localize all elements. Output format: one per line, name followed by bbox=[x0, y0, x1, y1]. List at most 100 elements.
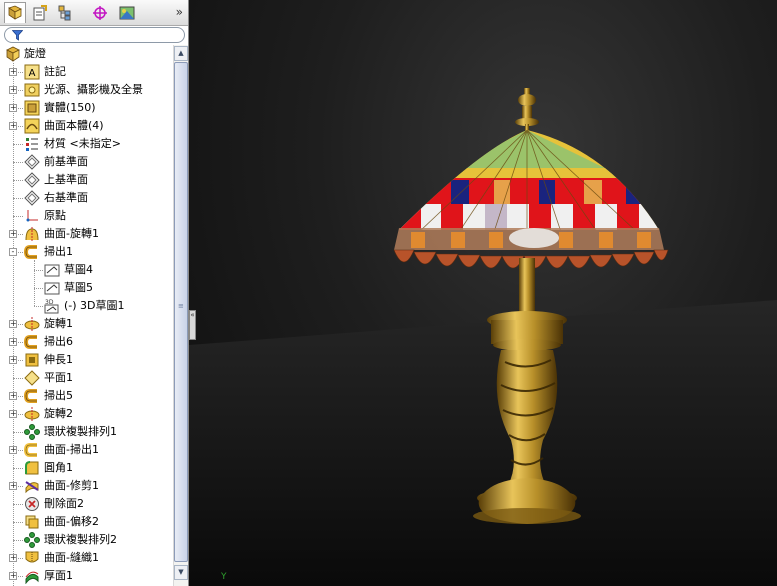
tree-item-label: 旋轉1 bbox=[44, 317, 73, 330]
tree-item[interactable]: + 旋轉2 bbox=[0, 405, 173, 423]
lamp-shade bbox=[393, 130, 669, 269]
tabs-overflow-button[interactable]: » bbox=[176, 3, 183, 21]
tree-item[interactable]: + 實體(150) bbox=[0, 99, 173, 117]
expand-toggle[interactable]: + bbox=[9, 410, 17, 418]
tree-item[interactable]: + 曲面-修剪1 bbox=[0, 477, 173, 495]
property-icon bbox=[33, 4, 47, 20]
origin-icon bbox=[26, 210, 38, 222]
tree-item[interactable]: + 掃出6 bbox=[0, 333, 173, 351]
expand-toggle[interactable]: + bbox=[9, 356, 17, 364]
tree-item-label: 曲面-旋轉1 bbox=[44, 227, 99, 240]
expand-toggle[interactable]: + bbox=[9, 572, 17, 580]
expand-toggle[interactable]: + bbox=[9, 554, 17, 562]
tree-root-label: 旋燈 bbox=[24, 47, 46, 60]
expand-toggle[interactable]: + bbox=[9, 482, 17, 490]
surface-trim-icon bbox=[25, 481, 39, 494]
expand-toggle[interactable]: + bbox=[9, 338, 17, 346]
tree-item[interactable]: 前基準面 bbox=[0, 153, 173, 171]
thicken-icon bbox=[25, 571, 39, 584]
expand-toggle[interactable]: + bbox=[9, 446, 17, 454]
graphics-viewport[interactable]: « Y bbox=[189, 0, 777, 586]
tree-item[interactable]: + 曲面-旋轉1 bbox=[0, 225, 173, 243]
scroll-thumb[interactable]: ≡ bbox=[174, 62, 188, 562]
tree-item[interactable]: 環狀複製排列2 bbox=[0, 531, 173, 549]
tree-item[interactable]: + 曲面-縫織1 bbox=[0, 549, 173, 567]
expand-toggle[interactable]: + bbox=[9, 68, 17, 76]
expand-toggle[interactable]: + bbox=[9, 122, 17, 130]
grip-icon: ≡ bbox=[178, 302, 184, 310]
tree-item-label: 上基準面 bbox=[44, 173, 88, 186]
tree-connector bbox=[13, 504, 23, 505]
display-manager-tab[interactable] bbox=[116, 2, 138, 23]
tree-root[interactable]: 旋燈 bbox=[0, 45, 173, 63]
tree-item-label: 環狀複製排列2 bbox=[44, 533, 117, 546]
expand-toggle[interactable]: + bbox=[9, 320, 17, 328]
tree-item[interactable]: + 厚面1 bbox=[0, 567, 173, 585]
tree-item-label: 刪除面2 bbox=[44, 497, 84, 510]
configuration-manager-tab[interactable] bbox=[54, 2, 76, 23]
tree-item[interactable]: 材質 <未指定> bbox=[0, 135, 173, 153]
expand-toggle[interactable]: + bbox=[9, 86, 17, 94]
feature-manager-tab[interactable] bbox=[4, 2, 26, 23]
tree-item-label: 曲面-修剪1 bbox=[44, 479, 99, 492]
tree-item[interactable]: 上基準面 bbox=[0, 171, 173, 189]
surface-sweep-icon bbox=[24, 443, 37, 457]
tree-item-label: 曲面本體(4) bbox=[44, 119, 104, 132]
tree-item-label: 草圖4 bbox=[64, 263, 93, 276]
tree-item-label: 厚面1 bbox=[44, 569, 73, 582]
svg-text:A: A bbox=[29, 68, 36, 79]
tree-item-label: 前基準面 bbox=[44, 155, 88, 168]
dimxpert-manager-tab[interactable] bbox=[89, 2, 111, 23]
sketch-icon bbox=[44, 282, 60, 295]
tree-item[interactable]: 3D (-) 3D草圖1 bbox=[0, 297, 173, 315]
tree-item[interactable]: 刪除面2 bbox=[0, 495, 173, 513]
expand-toggle[interactable]: + bbox=[9, 104, 17, 112]
extrude-icon bbox=[25, 353, 39, 367]
lamp-model[interactable] bbox=[189, 0, 777, 586]
3d-sketch-icon: 3D bbox=[44, 299, 59, 314]
collapse-toggle[interactable]: - bbox=[9, 248, 17, 256]
plane-icon bbox=[24, 172, 40, 188]
tree-item-label: 曲面-縫織1 bbox=[44, 551, 99, 564]
tree-item[interactable]: 曲面-偏移2 bbox=[0, 513, 173, 531]
tree-item-label: 曲面-偏移2 bbox=[44, 515, 99, 528]
dimxpert-icon bbox=[93, 5, 107, 20]
tree-item[interactable]: 平面1 bbox=[0, 369, 173, 387]
tree-item[interactable]: 環狀複製排列1 bbox=[0, 423, 173, 441]
surface-offset-icon bbox=[25, 515, 39, 529]
tree-connector bbox=[13, 198, 23, 199]
plane-icon bbox=[24, 154, 40, 170]
tree-item[interactable]: 右基準面 bbox=[0, 189, 173, 207]
tree-connector bbox=[34, 306, 43, 307]
scroll-down-button[interactable]: ▼ bbox=[174, 565, 188, 580]
tree-scrollbar[interactable]: ▲ ≡ ▼ bbox=[173, 45, 188, 586]
property-manager-tab[interactable] bbox=[29, 2, 51, 23]
solid-bodies-icon bbox=[24, 100, 40, 116]
tree-item[interactable]: 草圖4 bbox=[0, 261, 173, 279]
expand-toggle[interactable]: + bbox=[9, 230, 17, 238]
configuration-icon bbox=[58, 5, 71, 20]
tree-item[interactable]: 草圖5 bbox=[0, 279, 173, 297]
tree-item[interactable]: + 旋轉1 bbox=[0, 315, 173, 333]
tree-item[interactable]: - 掃出1 bbox=[0, 243, 173, 261]
tree-item[interactable]: 原點 bbox=[0, 207, 173, 225]
tree-item[interactable]: 圓角1 bbox=[0, 459, 173, 477]
scroll-up-button[interactable]: ▲ bbox=[174, 46, 188, 61]
tree-item[interactable]: + 曲面-掃出1 bbox=[0, 441, 173, 459]
tree-item[interactable]: + 掃出5 bbox=[0, 387, 173, 405]
tree-connector bbox=[13, 540, 23, 541]
tree-item-label: (-) 3D草圖1 bbox=[64, 299, 125, 312]
tree-item[interactable]: + 伸長1 bbox=[0, 351, 173, 369]
tree-item-label: 平面1 bbox=[44, 371, 73, 384]
tree-item[interactable]: + 曲面本體(4) bbox=[0, 117, 173, 135]
tree-connector bbox=[13, 522, 23, 523]
tree-filter-input[interactable] bbox=[4, 27, 185, 43]
part-icon bbox=[6, 46, 20, 62]
tree-connector bbox=[13, 216, 23, 217]
tree-item[interactable]: + 光源、攝影機及全景 bbox=[0, 81, 173, 99]
tree-item-label: 草圖5 bbox=[64, 281, 93, 294]
ground-plane bbox=[189, 300, 777, 586]
tree-item[interactable]: + A 註記 bbox=[0, 63, 173, 81]
expand-toggle[interactable]: + bbox=[9, 392, 17, 400]
tree-item-label: 掃出6 bbox=[44, 335, 73, 348]
